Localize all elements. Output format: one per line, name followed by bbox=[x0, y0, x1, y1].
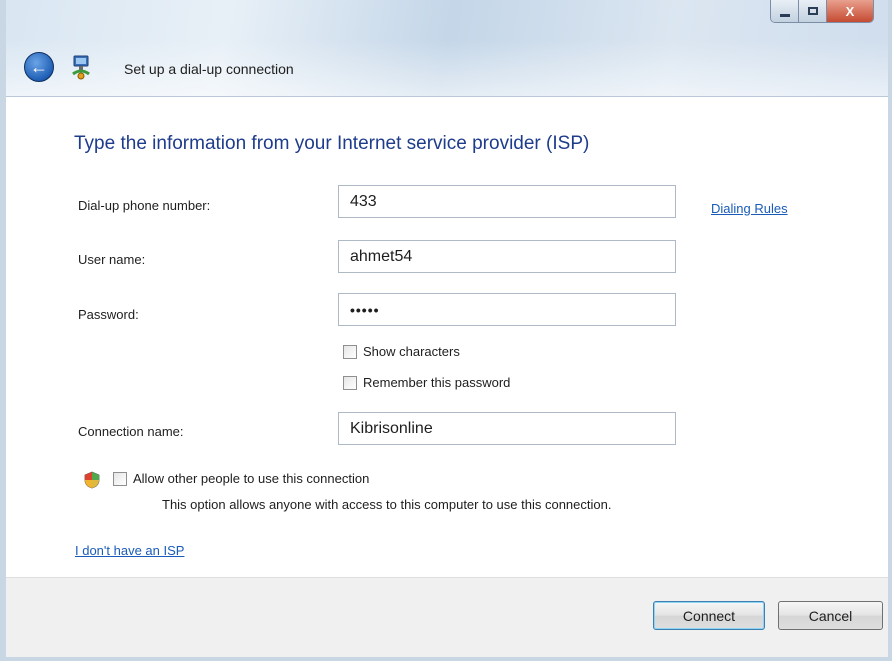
remember-password-checkbox[interactable] bbox=[343, 375, 357, 390]
button-bar: Connect Cancel bbox=[6, 577, 888, 657]
remember-password-label: Remember this password bbox=[363, 375, 511, 390]
title-bar: X bbox=[6, 0, 888, 97]
back-arrow-icon: ← bbox=[30, 56, 48, 77]
page-heading: Type the information from your Internet … bbox=[74, 133, 590, 154]
allow-others-option[interactable]: Allow other people to use this connectio… bbox=[113, 471, 369, 486]
uac-shield-icon bbox=[84, 471, 100, 489]
allow-others-description: This option allows anyone with access to… bbox=[162, 497, 612, 512]
show-characters-checkbox[interactable] bbox=[343, 344, 357, 359]
maximize-icon bbox=[807, 7, 818, 15]
maximize-button[interactable] bbox=[799, 0, 827, 22]
connection-name-input[interactable] bbox=[338, 412, 676, 445]
phone-number-input[interactable] bbox=[338, 185, 676, 218]
show-characters-option[interactable]: Show characters bbox=[343, 344, 460, 359]
close-button[interactable]: X bbox=[827, 0, 873, 22]
password-label: Password: bbox=[78, 307, 139, 322]
connect-button[interactable]: Connect bbox=[653, 601, 765, 630]
cancel-button[interactable]: Cancel bbox=[778, 601, 883, 630]
username-input[interactable] bbox=[338, 240, 676, 273]
network-connection-icon bbox=[72, 55, 90, 80]
allow-others-label: Allow other people to use this connectio… bbox=[133, 471, 370, 486]
close-icon: X bbox=[845, 3, 855, 19]
password-input[interactable] bbox=[338, 293, 676, 326]
username-label: User name: bbox=[78, 252, 146, 267]
show-characters-label: Show characters bbox=[363, 344, 460, 359]
allow-others-checkbox[interactable] bbox=[113, 471, 127, 486]
window-title: Set up a dial-up connection bbox=[124, 61, 294, 77]
remember-password-option[interactable]: Remember this password bbox=[343, 375, 510, 390]
minimize-icon bbox=[779, 13, 790, 17]
phone-number-label: Dial-up phone number: bbox=[78, 198, 211, 213]
connection-name-label: Connection name: bbox=[78, 424, 184, 439]
dialing-rules-link[interactable]: Dialing Rules bbox=[711, 201, 788, 216]
back-button[interactable]: ← bbox=[24, 52, 54, 82]
dialog-window: X ← Set up a dial-up connection Type the… bbox=[0, 0, 892, 661]
caption-buttons: X bbox=[770, 0, 874, 23]
minimize-button[interactable] bbox=[771, 0, 799, 22]
no-isp-link[interactable]: I don't have an ISP bbox=[75, 543, 184, 558]
